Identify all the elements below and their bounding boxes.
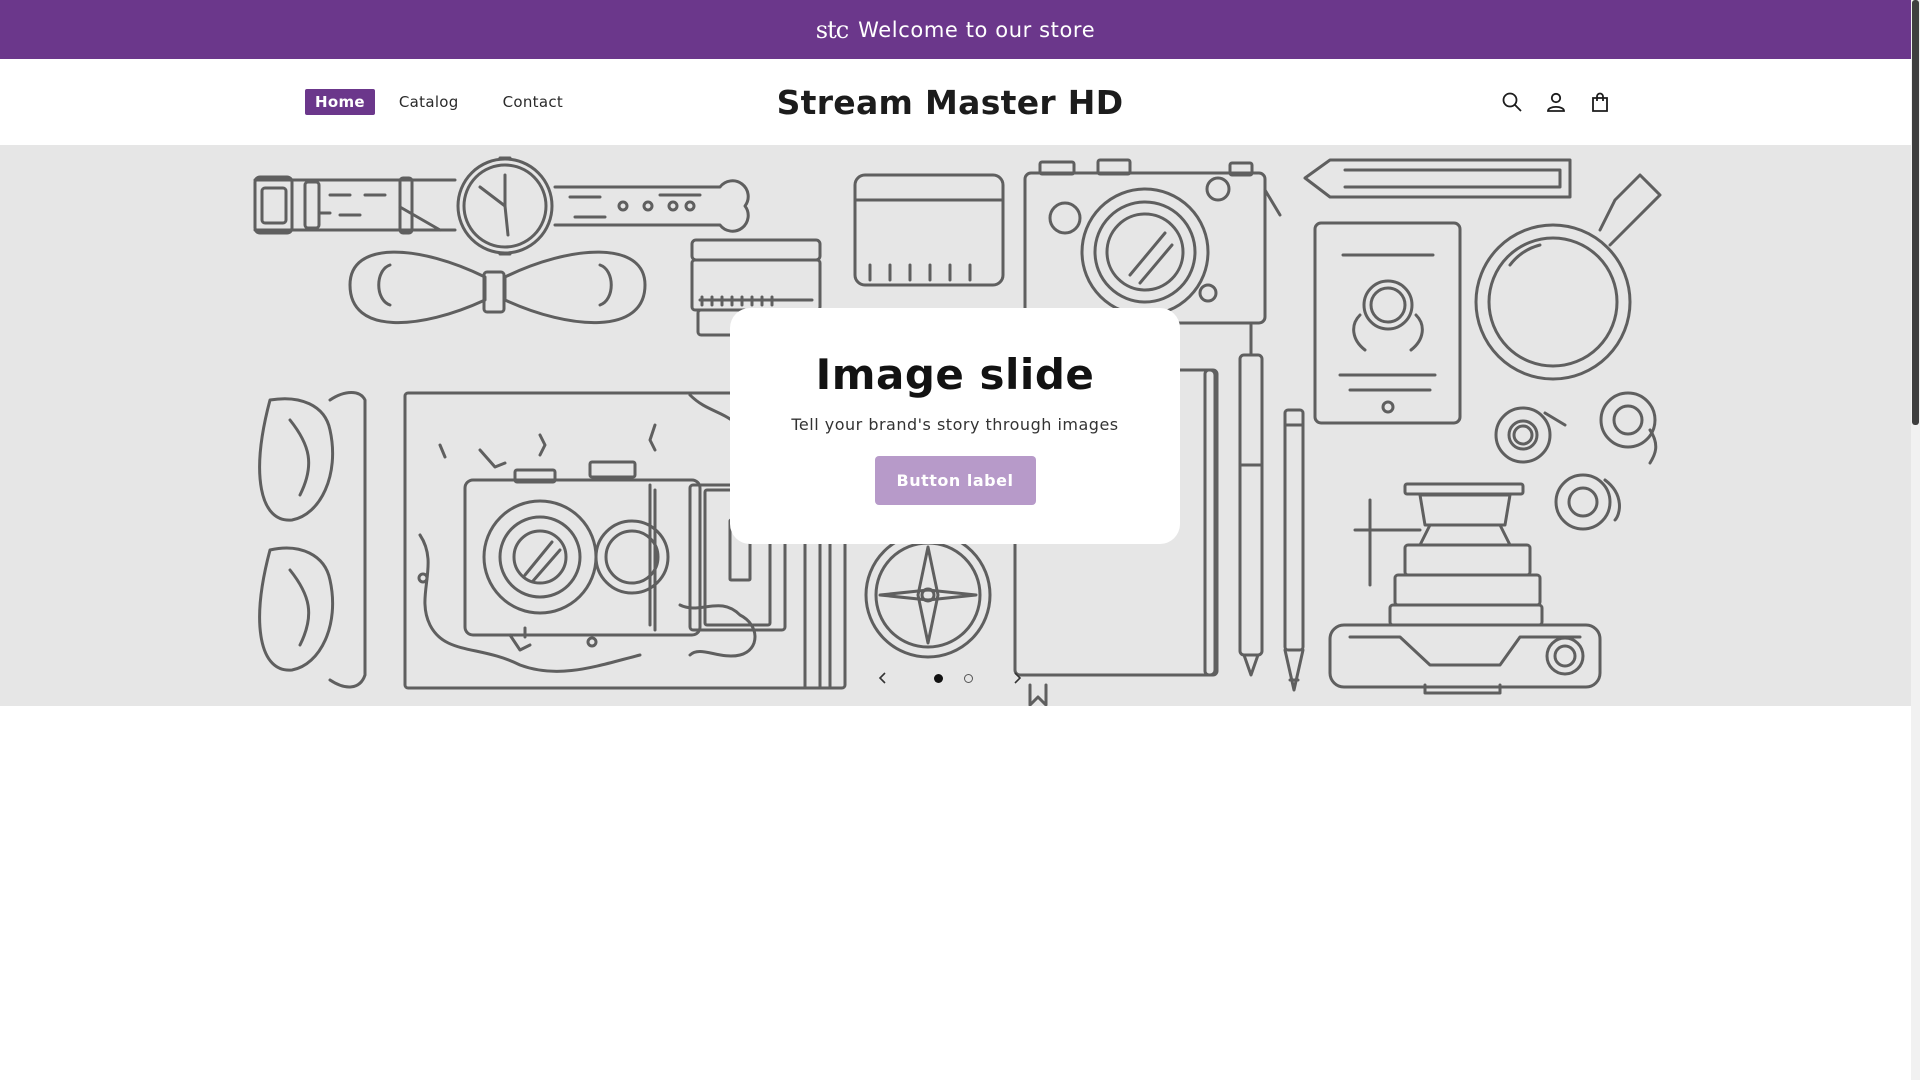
search-button[interactable] [1490,80,1534,124]
slide-subheading: Tell your brand's story through images [791,415,1119,434]
compass-drawing [864,531,992,659]
header-icons [1490,59,1622,145]
site-header: Home Catalog Contact Stream Master HD [0,59,1911,146]
previous-slide-button[interactable] [870,665,896,691]
passport-drawing [1313,221,1462,425]
nav-home[interactable]: Home [305,89,375,115]
watch-drawing [253,156,750,256]
slide-dot-1[interactable] [934,674,943,683]
sunglasses-drawing [258,391,367,689]
account-button[interactable] [1534,80,1578,124]
scrollbar[interactable] [1911,0,1920,1080]
next-slide-button[interactable] [1004,665,1030,691]
pencil-drawing [1303,158,1572,199]
main-nav: Home Catalog Contact [305,59,597,145]
nav-catalog[interactable]: Catalog [389,89,469,115]
scrollbar-thumb[interactable] [1912,0,1919,425]
slide-dot-2[interactable] [964,674,973,683]
slide-cta-button[interactable]: Button label [874,456,1036,505]
search-icon [1502,92,1522,112]
nav-contact[interactable]: Contact [493,89,573,115]
page: stc Welcome to our store Home Catalog Co… [0,0,1911,1080]
canister-drawing [853,173,1005,287]
pen-drawing [1238,323,1305,692]
stc-logo: stc [815,15,849,44]
magnifier-drawing [1474,173,1662,381]
camera-drawing [1023,158,1282,325]
announcement-bar: stc Welcome to our store [0,0,1911,59]
film-rolls-drawing [1494,391,1658,531]
announcement-text: Welcome to our store [858,17,1096,42]
cart-icon [1592,92,1608,112]
slide-heading: Image slide [815,350,1095,399]
slideshow-banner: Image slide Tell your brand's story thro… [0,145,1911,706]
slider-controls [870,665,1030,691]
slide-content-card: Image slide Tell your brand's story thro… [730,308,1180,544]
chevron-right-icon [1014,672,1022,684]
chevron-left-icon [878,672,886,684]
account-icon [1547,92,1565,112]
store-name[interactable]: Stream Master HD [700,59,1200,145]
cart-button[interactable] [1578,80,1622,124]
